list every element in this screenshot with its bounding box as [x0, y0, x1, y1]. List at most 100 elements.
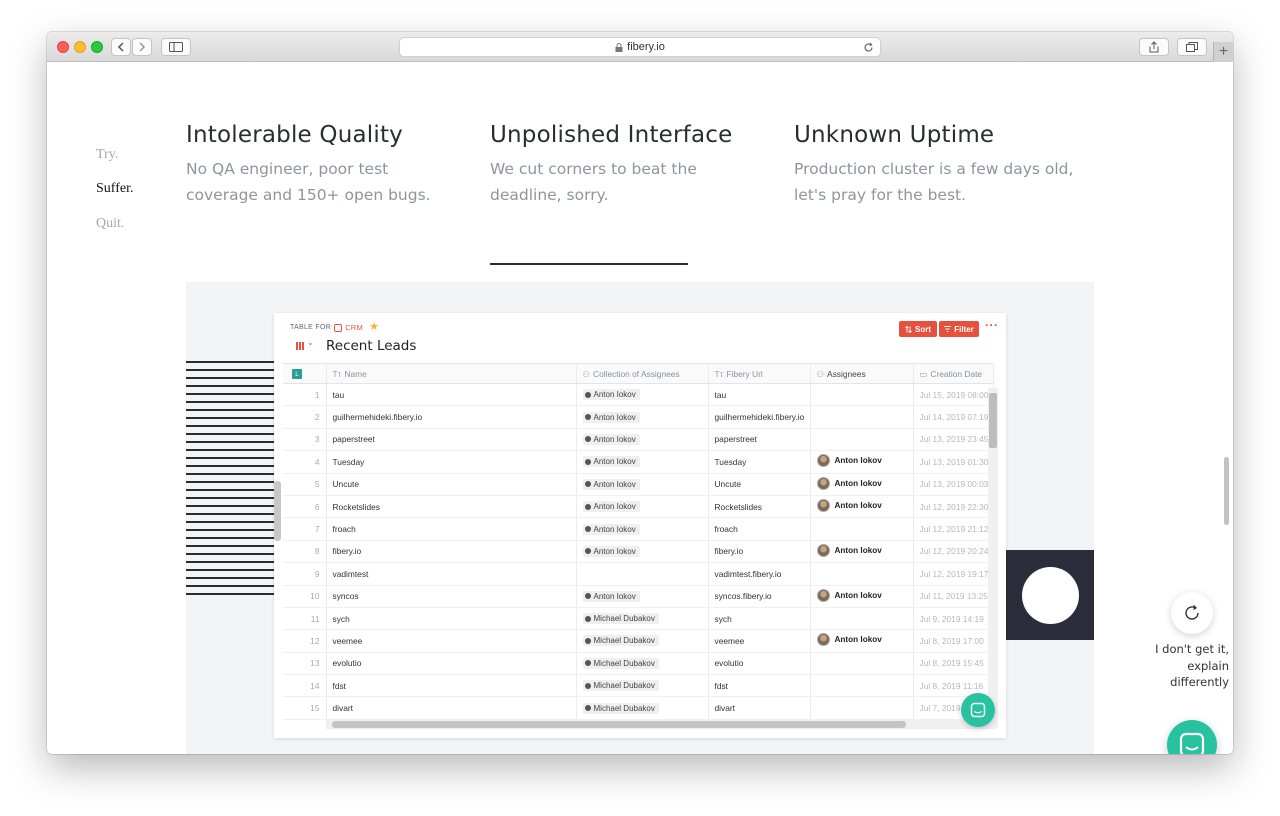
side-nav-suffer[interactable]: Suffer. — [96, 181, 133, 197]
cell-url[interactable]: guilhermehideki.fibery.io — [708, 405, 811, 429]
table-row[interactable]: 3 paperstreet Anton Iokov paperstreet Jul 13… — [283, 428, 994, 452]
assignee-chip[interactable]: Michael Dubakov — [582, 635, 659, 647]
table-row[interactable]: 12 veemee Michael Dubakov veemee Anton Iokov… — [283, 629, 994, 653]
cell-collection[interactable]: Michael Dubakov — [576, 674, 709, 698]
cell-name[interactable]: tau — [326, 383, 577, 407]
cell-url[interactable]: paperstreet — [708, 428, 811, 452]
table-row[interactable]: 1 tau Anton Iokov tau Jul 15, 2019 08:00 — [283, 383, 994, 407]
feature-interface[interactable]: Unpolished Interface We cut corners to b… — [490, 122, 732, 208]
left-scrollbar[interactable] — [274, 481, 281, 541]
cell-assignees[interactable]: Anton Iokov — [810, 585, 914, 608]
cell-assignees[interactable] — [810, 517, 914, 541]
cell-name[interactable]: Uncute — [326, 473, 577, 496]
assignee-chip[interactable]: Anton Iokov — [582, 456, 640, 468]
cell-collection[interactable]: Michael Dubakov — [576, 652, 709, 676]
cell-collection[interactable]: Anton Iokov — [576, 495, 709, 519]
table-view-icon[interactable] — [296, 342, 304, 350]
cell-url[interactable]: evolutio — [708, 652, 811, 676]
cell-assignees[interactable] — [810, 405, 914, 429]
table-row[interactable]: 9 vadimtest vadimtest.fibery.io Jul 12, 201… — [283, 562, 994, 586]
more-options-button[interactable]: ··· — [985, 318, 999, 332]
forward-button[interactable] — [132, 38, 152, 56]
tabs-overview-button[interactable] — [1177, 38, 1207, 56]
cell-name[interactable]: evolutio — [326, 652, 577, 676]
cell-collection[interactable]: Anton Iokov — [576, 473, 709, 496]
cell-name[interactable]: fdst — [326, 674, 577, 698]
table-row[interactable]: 10 syncos Anton Iokov syncos.fibery.io Anton… — [283, 585, 994, 608]
table-row[interactable]: 11 sych Michael Dubakov sych Jul 9, 2019 14:… — [283, 607, 994, 631]
cell-collection[interactable]: Anton Iokov — [576, 450, 709, 474]
cell-url[interactable]: veemee — [708, 629, 811, 653]
assignee-chip[interactable]: Michael Dubakov — [582, 657, 659, 669]
assignee[interactable]: Anton Iokov — [816, 454, 882, 468]
table-row[interactable]: 14 fdst Michael Dubakov fdst Jul 8, 2019 11:… — [283, 674, 994, 698]
cell-url[interactable]: Rocketslides — [708, 495, 811, 519]
close-window-button[interactable] — [57, 41, 69, 53]
cell-collection[interactable]: Anton Iokov — [576, 585, 709, 608]
cell-assignees[interactable] — [810, 383, 914, 407]
table-row[interactable]: 4 Tuesday Anton Iokov Tuesday Anton Iokov Jul… — [283, 450, 994, 474]
zoom-window-button[interactable] — [91, 41, 103, 53]
cell-collection[interactable]: Anton Iokov — [576, 383, 709, 407]
star-icon[interactable]: ★ — [369, 322, 379, 333]
column-header-date[interactable]: ▭ Creation Date — [913, 363, 994, 384]
cell-assignees[interactable] — [810, 674, 914, 698]
assignee-chip[interactable]: Anton Iokov — [582, 590, 640, 602]
feature-quality[interactable]: Intolerable Quality No QA engineer, poor… — [186, 122, 456, 208]
assignee-chip[interactable]: Michael Dubakov — [582, 702, 659, 714]
column-header-collection[interactable]: ⚇ Collection of Assignees — [576, 363, 709, 384]
cell-url[interactable]: tau — [708, 383, 811, 407]
side-nav-quit[interactable]: Quit. — [96, 216, 124, 232]
cell-date[interactable]: Jul 15, 2019 08:00 — [913, 383, 994, 407]
cell-url[interactable]: sych — [708, 607, 811, 631]
cell-date[interactable]: Jul 12, 2019 22:30 — [913, 495, 994, 519]
side-nav-try[interactable]: Try. — [96, 147, 118, 163]
scrollbar-thumb[interactable] — [332, 721, 906, 728]
table-row[interactable]: 6 Rocketslides Anton Iokov Rocketslides Anto… — [283, 495, 994, 519]
chevron-down-icon[interactable]: ⌄ — [307, 338, 314, 347]
address-bar[interactable]: fibery.io — [399, 37, 881, 57]
cell-collection[interactable]: Michael Dubakov — [576, 607, 709, 631]
page-scrollbar[interactable] — [1224, 457, 1229, 525]
cell-collection[interactable] — [576, 562, 709, 586]
sidebar-toggle-button[interactable] — [161, 38, 191, 56]
cell-date[interactable]: Jul 8, 2019 17:00 — [913, 629, 994, 653]
assignee-chip[interactable]: Anton Iokov — [582, 478, 640, 490]
cell-url[interactable]: divart — [708, 696, 811, 720]
assignee-chip[interactable]: Anton Iokov — [582, 433, 640, 445]
feature-uptime[interactable]: Unknown Uptime Production cluster is a f… — [794, 122, 1094, 208]
cell-date[interactable]: Jul 13, 2019 01:30 — [913, 450, 994, 474]
cell-date[interactable]: Jul 11, 2019 13:25 — [913, 585, 994, 608]
cell-name[interactable]: veemee — [326, 629, 577, 653]
cell-name[interactable]: froach — [326, 517, 577, 541]
assignee[interactable]: Anton Iokov — [816, 633, 882, 647]
back-button[interactable] — [111, 38, 131, 56]
assignee-chip[interactable]: Anton Iokov — [582, 545, 640, 557]
share-button[interactable] — [1139, 38, 1169, 56]
cell-date[interactable]: Jul 13, 2019 23:45 — [913, 428, 994, 452]
reload-icon[interactable] — [863, 42, 874, 53]
sort-button[interactable]: Sort — [899, 321, 937, 337]
cell-date[interactable]: Jul 12, 2019 19:17 — [913, 562, 994, 586]
cell-assignees[interactable]: Anton Iokov — [810, 495, 914, 519]
cell-url[interactable]: fdst — [708, 674, 811, 698]
cell-name[interactable]: Rocketslides — [326, 495, 577, 519]
cell-url[interactable]: syncos.fibery.io — [708, 585, 811, 608]
cell-collection[interactable]: Anton Iokov — [576, 517, 709, 541]
filter-button[interactable]: Filter — [939, 321, 979, 337]
assignee[interactable]: Anton Iokov — [816, 499, 882, 513]
cell-assignees[interactable] — [810, 652, 914, 676]
column-header-name[interactable]: Tт Name — [326, 363, 577, 384]
assignee-chip[interactable]: Michael Dubakov — [582, 613, 659, 625]
cell-name[interactable]: guilhermehideki.fibery.io — [326, 405, 577, 429]
cell-collection[interactable]: Anton Iokov — [576, 540, 709, 564]
table-row[interactable]: 8 fibery.io Anton Iokov fibery.io Anton Ioko… — [283, 540, 994, 564]
cell-date[interactable]: Jul 9, 2019 14:19 — [913, 607, 994, 631]
cell-collection[interactable]: Anton Iokov — [576, 405, 709, 429]
cell-assignees[interactable]: Anton Iokov — [810, 540, 914, 564]
cell-name[interactable]: divart — [326, 696, 577, 720]
table-row[interactable]: 13 evolutio Michael Dubakov evolutio Jul 8, … — [283, 652, 994, 676]
cell-collection[interactable]: Anton Iokov — [576, 428, 709, 452]
cell-collection[interactable]: Michael Dubakov — [576, 696, 709, 720]
cell-assignees[interactable] — [810, 607, 914, 631]
